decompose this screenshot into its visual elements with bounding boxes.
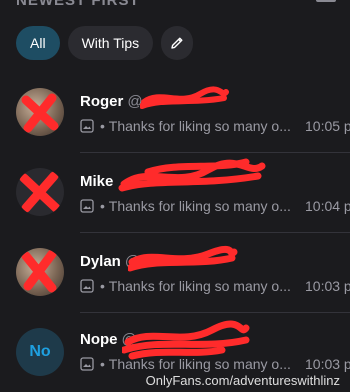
contact-name: Mike <box>80 173 114 190</box>
avatar[interactable] <box>16 88 64 136</box>
redaction-scribble <box>128 245 238 272</box>
redaction-mark-icon <box>21 93 59 133</box>
redaction-scribble <box>140 86 229 109</box>
image-icon <box>80 199 94 213</box>
message-preview: • Thanks for liking so many o... <box>80 118 291 134</box>
contact-name: Roger <box>80 93 124 110</box>
image-icon <box>80 119 94 133</box>
conversation-item[interactable]: Roger @ • Thanks for liking so many o... … <box>0 72 350 152</box>
filter-all-button[interactable]: All <box>16 26 60 60</box>
options-handle[interactable] <box>316 0 336 2</box>
message-preview: • Thanks for liking so many o... <box>80 356 291 372</box>
message-time: 10:05 p <box>305 118 350 134</box>
contact-name: Nope <box>80 331 118 348</box>
message-separator: • <box>100 118 105 134</box>
message-separator: • <box>100 278 105 294</box>
avatar[interactable] <box>16 168 64 216</box>
redaction-mark-icon <box>19 171 61 213</box>
redaction-scribble <box>118 158 266 192</box>
edit-filters-button[interactable] <box>161 26 194 60</box>
message-preview: • Thanks for liking so many o... <box>80 278 291 294</box>
message-time: 10:04 p <box>305 198 350 214</box>
conversation-item[interactable]: Dylan @ • Thanks for liking so many o... … <box>0 232 350 312</box>
image-icon <box>80 357 94 371</box>
contact-name: Dylan <box>80 253 121 270</box>
redaction-scribble <box>122 320 250 360</box>
message-text: Thanks for liking so many o... <box>108 356 291 372</box>
message-text: Thanks for liking so many o... <box>108 198 291 214</box>
message-time: 10:03 p <box>305 356 350 372</box>
message-preview: • Thanks for liking so many o... <box>80 198 291 214</box>
avatar[interactable] <box>16 248 64 296</box>
conversation-name-line: Roger @ <box>80 93 143 110</box>
pencil-icon <box>171 37 183 49</box>
redaction-mark-icon <box>21 249 57 293</box>
filter-with-tips-button[interactable]: With Tips <box>67 26 154 60</box>
message-text: Thanks for liking so many o... <box>108 278 291 294</box>
watermark: OnlyFans.com/adventureswithlinz <box>145 373 340 388</box>
section-title: NEWEST FIRST <box>16 0 140 9</box>
image-icon <box>80 279 94 293</box>
avatar[interactable]: No <box>16 328 64 376</box>
filter-chips: All With Tips <box>16 26 194 60</box>
conversation-item[interactable]: Mike • Thanks for liking so many o... 10… <box>0 152 350 232</box>
conversation-name-line: Mike <box>80 173 117 190</box>
message-text: Thanks for liking so many o... <box>108 118 291 134</box>
message-separator: • <box>100 198 105 214</box>
message-time: 10:03 p <box>305 278 350 294</box>
message-separator: • <box>100 356 105 372</box>
